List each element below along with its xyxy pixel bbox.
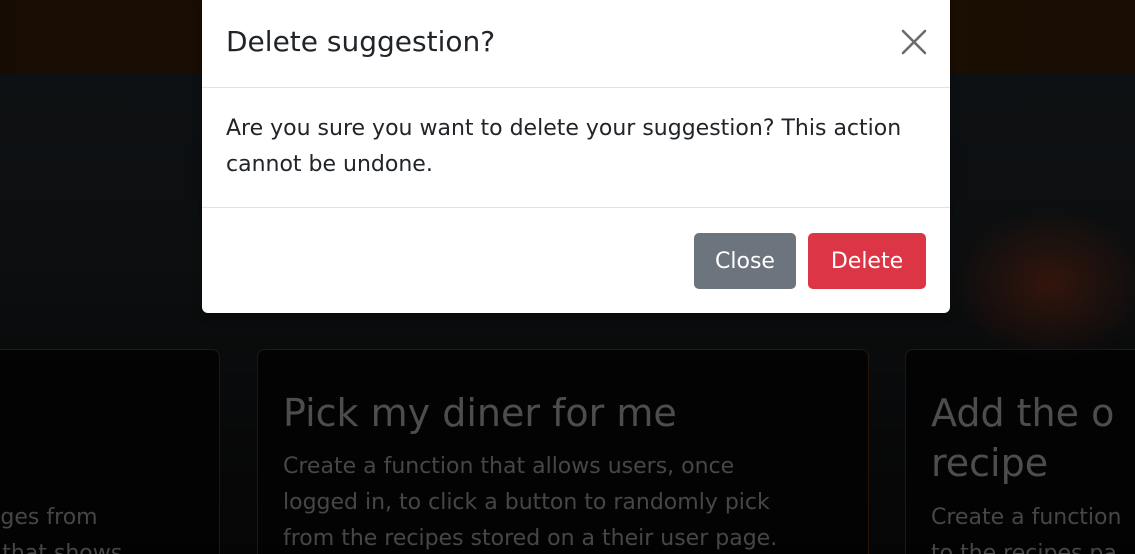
close-button[interactable]: Close bbox=[694, 233, 796, 289]
modal-body: Are you sure you want to delete your sug… bbox=[202, 89, 950, 208]
page: e es pages from ction that shows Pick my… bbox=[0, 0, 1135, 554]
modal-title: Delete suggestion? bbox=[226, 25, 496, 58]
delete-confirmation-modal: Delete suggestion? Are you sure you want… bbox=[202, 0, 950, 313]
modal-header: Delete suggestion? bbox=[202, 0, 950, 88]
delete-button[interactable]: Delete bbox=[808, 233, 926, 289]
modal-footer: Close Delete bbox=[202, 209, 950, 313]
close-icon[interactable] bbox=[899, 27, 929, 57]
confirmation-message: Are you sure you want to delete your sug… bbox=[226, 116, 902, 177]
